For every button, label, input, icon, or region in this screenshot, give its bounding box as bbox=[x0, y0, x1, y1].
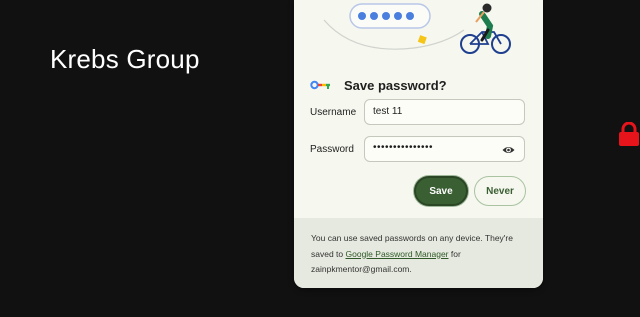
footer-text: You can use saved passwords on any devic… bbox=[311, 231, 531, 278]
dialog-footer: You can use saved passwords on any devic… bbox=[294, 218, 543, 288]
site-title: Krebs Group bbox=[50, 44, 200, 74]
dialog-title: Save password? bbox=[344, 77, 447, 93]
username-field[interactable]: test 11 bbox=[364, 99, 525, 125]
google-key-icon bbox=[310, 80, 330, 90]
password-label: Password bbox=[310, 144, 354, 155]
save-button[interactable]: Save bbox=[414, 176, 468, 206]
password-manager-link[interactable]: Google Password Manager bbox=[346, 249, 449, 259]
username-value: test 11 bbox=[373, 106, 403, 117]
password-illustration bbox=[323, 3, 511, 54]
never-button[interactable]: Never bbox=[474, 176, 526, 206]
password-field[interactable]: ••••••••••••••• bbox=[364, 136, 525, 162]
password-value: ••••••••••••••• bbox=[373, 142, 434, 153]
save-password-dialog: Save password? Username test 11 Password… bbox=[294, 0, 543, 288]
dialog-header: Save password? bbox=[310, 76, 447, 94]
show-password-icon[interactable] bbox=[502, 145, 515, 155]
lock-icon[interactable] bbox=[618, 122, 640, 146]
username-label: Username bbox=[310, 107, 357, 118]
